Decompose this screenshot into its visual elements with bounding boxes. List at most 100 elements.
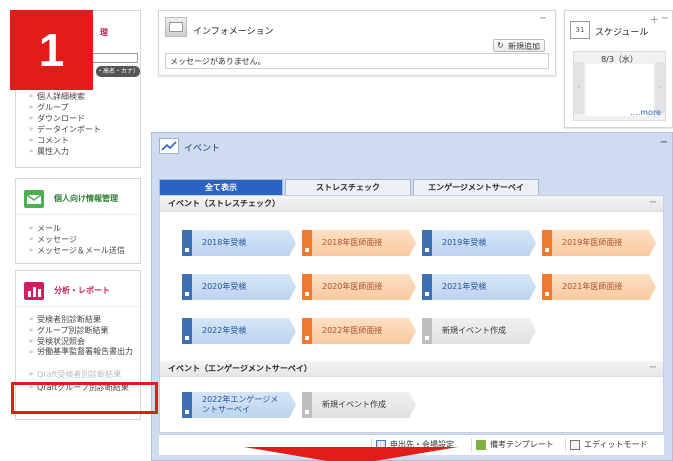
sidebar-item-label: メッセージ — [37, 235, 77, 244]
event-2022-engagement[interactable]: 2022年エンゲージメ ントサーベイ — [182, 392, 296, 418]
edit-mode-button[interactable]: エディットモード — [565, 438, 647, 452]
engagement-section-header: イベント（エンゲージメントサーベイ） — [160, 361, 663, 377]
event-icon — [182, 392, 192, 418]
event-list: イベント（ストレスチェック） − 2018年受検 2018年医師面接 2019年… — [159, 195, 664, 433]
refresh-icon: ↻ — [497, 41, 504, 50]
sidebar-item-labor-report[interactable]: » 労働基準監督署報告書出力 — [28, 347, 140, 369]
event-label: 新規イベント作成 — [322, 400, 386, 409]
tab-all[interactable]: 全て表示 — [159, 179, 283, 195]
sidebar-item-label: メッセージ＆メール送信 — [37, 246, 125, 255]
event-2019-exam[interactable]: 2019年受検 — [422, 230, 536, 256]
toolbar-label: エディットモード — [584, 440, 648, 449]
sidebar-item-group-results[interactable]: » グループ別診断結果 — [28, 325, 140, 336]
event-icon — [542, 230, 552, 256]
event-icon — [302, 318, 312, 344]
event-2021-interview[interactable]: 2021年医師面接 — [542, 274, 656, 300]
event-2021-exam[interactable]: 2021年受検 — [422, 274, 536, 300]
mail-envelope-icon — [24, 189, 44, 208]
event-icon — [182, 318, 192, 344]
sidebar-item-label: グループ別診断結果 — [37, 326, 109, 335]
sidebar-item-message-and-mail[interactable]: » メッセージ＆メール送信 — [28, 245, 138, 256]
event-icon — [182, 274, 192, 300]
collapse-icon[interactable]: − — [661, 13, 669, 24]
schedule-prev-arrow[interactable]: ‹ — [574, 62, 584, 114]
note-icon — [476, 440, 486, 450]
sidebar-item-qraft-individual[interactable]: » Qraft受検者別診断結果 — [28, 369, 140, 380]
sidebar-item-attribute-input[interactable]: » 属性入力 — [28, 146, 138, 157]
event-label: 2022年エンゲージメ ントサーベイ — [202, 395, 279, 414]
event-icon — [159, 138, 179, 154]
tab-engagement-survey[interactable]: エンゲージメントサーベイ — [413, 179, 539, 195]
collapse-icon[interactable]: − — [649, 362, 657, 373]
sidebar-item-group[interactable]: » グループ — [28, 102, 138, 113]
sidebar-item-label: 個人詳細検索 — [37, 92, 85, 101]
event-2022-interview[interactable]: 2022年医師面接 — [302, 318, 416, 344]
event-label: 2021年受検 — [442, 282, 487, 291]
event-label: 2022年医師面接 — [322, 326, 383, 335]
calendar-icon: 31 — [570, 21, 590, 39]
event-label: 2019年医師面接 — [562, 238, 623, 247]
event-icon — [422, 230, 432, 256]
collapse-icon[interactable]: − — [539, 13, 547, 24]
down-arrow-indicator — [244, 447, 458, 461]
schedule-next-arrow[interactable]: › — [655, 62, 665, 114]
event-icon — [302, 230, 312, 256]
sidebar-item-mail[interactable]: » メール — [28, 223, 138, 234]
tab-stress-check[interactable]: ストレスチェック — [285, 179, 411, 195]
sidebar-item-message[interactable]: » メッセージ — [28, 234, 138, 245]
sidebar-menu-management: » 個人詳細検索 » グループ » ダウンロード » データインポート » コメント » 属… — [28, 91, 138, 157]
event-2019-interview[interactable]: 2019年医師面接 — [542, 230, 656, 256]
sidebar-item-comment[interactable]: » コメント — [28, 135, 138, 146]
collapse-icon[interactable]: − — [649, 197, 657, 208]
event-icon — [182, 230, 192, 256]
sidebar-item-label: コメント — [37, 136, 69, 145]
collapse-icon[interactable]: − — [660, 137, 668, 148]
new-event-button-engagement[interactable]: 新規イベント作成 — [302, 392, 416, 418]
event-label: 2020年医師面接 — [322, 282, 383, 291]
plus-arrow-icon — [422, 318, 432, 344]
event-panel: イベント − 全て表示 ストレスチェック エンゲージメントサーベイ イベント（ス… — [151, 132, 673, 461]
sidebar-item-label: 属性入力 — [37, 147, 69, 156]
sidebar-section-title: 個人向け情報管理 — [54, 194, 118, 203]
add-new-label: 新規追加 — [508, 42, 540, 51]
schedule-card: 31 スケジュール + − ‹ › 8/3（水） ....more — [564, 10, 673, 128]
event-2020-interview[interactable]: 2020年医師面接 — [302, 274, 416, 300]
sidebar-item-label: 受検者別診断結果 — [37, 315, 101, 324]
event-label: 2018年受検 — [202, 238, 247, 247]
search-button[interactable]: ・高名・カナ） — [96, 66, 140, 77]
step-number-badge: 1 — [10, 10, 93, 90]
add-new-button[interactable]: ↻ 新規追加 — [493, 39, 545, 52]
sidebar-section-header: 分析・レポート — [16, 275, 140, 307]
sidebar-item-label: 労働基準監督署報告書出力 — [37, 347, 133, 356]
event-2018-exam[interactable]: 2018年受検 — [182, 230, 296, 256]
event-icon — [302, 274, 312, 300]
sidebar-item-data-import[interactable]: » データインポート — [28, 124, 138, 135]
sidebar-item-label: データインポート — [37, 125, 101, 134]
sidebar-item-label: メール — [37, 224, 61, 233]
plus-arrow-icon — [302, 392, 312, 418]
event-2018-interview[interactable]: 2018年医師面接 — [302, 230, 416, 256]
sidebar-item-individual-results[interactable]: » 受検者別診断結果 — [28, 314, 140, 325]
event-label: 新規イベント作成 — [442, 326, 506, 335]
sidebar-menu-personal-info: » メール » メッセージ » メッセージ＆メール送信 — [28, 223, 138, 256]
event-panel-title: イベント — [184, 144, 221, 154]
new-event-button-stress[interactable]: 新規イベント作成 — [422, 318, 536, 344]
stress-check-section-header: イベント（ストレスチェック） — [160, 196, 663, 212]
search-input[interactable] — [86, 53, 138, 63]
information-message-box: メッセージがありません。 — [165, 53, 549, 69]
event-label: 2018年医師面接 — [322, 238, 383, 247]
sidebar-item-label: ダウンロード — [37, 114, 85, 123]
sidebar-item-exam-status[interactable]: » 受検状況照会 — [28, 336, 140, 347]
event-2020-exam[interactable]: 2020年受検 — [182, 274, 296, 300]
sidebar-item-personal-search[interactable]: » 個人詳細検索 — [28, 91, 138, 102]
sidebar-item-label: Qraft受検者別診断結果 — [37, 370, 122, 379]
add-schedule-icon[interactable]: + — [650, 13, 659, 26]
event-icon — [542, 274, 552, 300]
schedule-more-link[interactable]: ....more — [630, 108, 661, 117]
bar-chart-icon — [24, 281, 44, 300]
event-2022-exam[interactable]: 2022年受検 — [182, 318, 296, 344]
information-card: インフォメーション − ↻ 新規追加 メッセージがありません。 — [158, 10, 556, 76]
sidebar-item-download[interactable]: » ダウンロード — [28, 113, 138, 124]
memo-template-button[interactable]: 備考テンプレート — [471, 438, 554, 452]
sidebar-section-header: 個人向け情報管理 — [16, 183, 140, 215]
